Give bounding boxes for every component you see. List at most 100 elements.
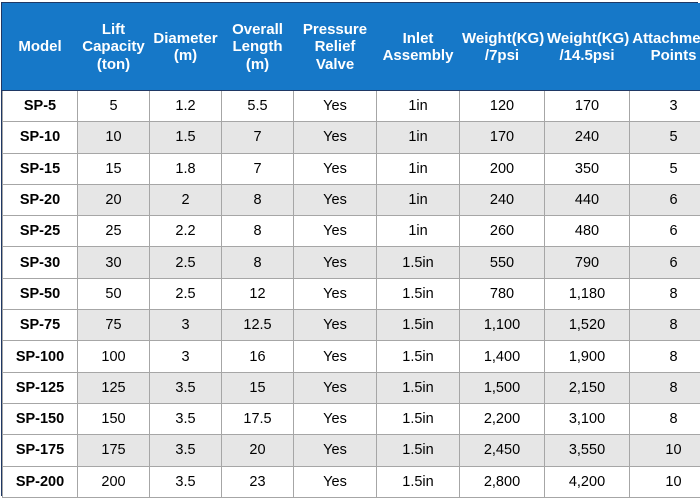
data-cell: 2.5 <box>149 277 222 311</box>
data-cell: 790 <box>544 246 630 279</box>
data-cell: 5 <box>629 152 700 185</box>
column-header-4: Pressure Relief Valve <box>293 3 377 91</box>
table-row: SP-30 30 2.5 8 Yes 1.5in 550 790 6 <box>2 246 700 279</box>
column-header-line: Valve <box>315 55 355 73</box>
data-cell: 170 <box>459 121 545 154</box>
data-cell: 2,450 <box>459 434 545 467</box>
data-cell: 1,520 <box>544 309 630 342</box>
data-cell: 175 <box>77 434 150 467</box>
table-row: SP-75 75 3 12.5 Yes 1.5in 1,100 1,520 8 <box>2 309 700 342</box>
data-cell: 1,900 <box>544 340 630 373</box>
data-cell: 6 <box>629 246 700 279</box>
column-header-line: Points <box>650 47 697 64</box>
product-spec-table: Model Lift Capacity (ton) Diameter (m) Overall… <box>2 3 700 498</box>
column-header-7: Weight(KG)/14.5psi <box>544 3 630 91</box>
table-row: SP-200 200 3.5 23 Yes 1.5in 2,800 4,200 10 <box>2 465 700 498</box>
data-cell: 7 <box>221 152 294 185</box>
data-cell: 25 <box>77 215 150 248</box>
data-cell: 10 <box>629 465 700 498</box>
data-cell: 8 <box>221 215 294 248</box>
data-cell: 30 <box>77 246 150 279</box>
data-cell: Yes <box>293 277 377 311</box>
data-cell: 1,180 <box>544 277 630 311</box>
data-cell: 8 <box>629 277 700 311</box>
column-header-line: Model <box>18 38 62 56</box>
data-cell: 12 <box>221 277 294 311</box>
data-cell: 20 <box>221 434 294 467</box>
data-cell: 7 <box>221 121 294 154</box>
column-header-line: /14.5psi <box>559 47 615 64</box>
column-header-6: Weight(KG)/7psi <box>459 3 545 91</box>
data-cell: 1.5 <box>149 121 222 154</box>
column-header-line: (m) <box>173 47 198 64</box>
data-cell: 3 <box>149 309 222 342</box>
model-cell: SP-10 <box>2 121 78 154</box>
data-cell: 8 <box>221 183 294 217</box>
data-cell: 5 <box>629 121 700 154</box>
data-cell: 1.5in <box>376 371 460 404</box>
data-cell: 100 <box>77 340 150 373</box>
data-cell: 1,500 <box>459 371 545 404</box>
header-row: Model Lift Capacity (ton) Diameter (m) Overall… <box>2 3 700 91</box>
model-cell: SP-50 <box>2 277 78 311</box>
data-cell: 15 <box>77 152 150 185</box>
data-cell: 5.5 <box>221 89 294 123</box>
data-cell: Yes <box>293 152 377 185</box>
data-cell: 10 <box>77 121 150 154</box>
data-cell: Yes <box>293 246 377 279</box>
spec-table-container: Model Lift Capacity (ton) Diameter (m) Overall… <box>1 2 700 498</box>
data-cell: 120 <box>459 89 545 123</box>
data-cell: 1.5in <box>376 340 460 373</box>
data-cell: 8 <box>629 340 700 373</box>
data-cell: 1.5in <box>376 465 460 498</box>
data-cell: 200 <box>459 152 545 185</box>
data-cell: 1in <box>376 152 460 185</box>
data-cell: 1in <box>376 89 460 123</box>
data-cell: Yes <box>293 402 377 436</box>
data-cell: Yes <box>293 434 377 467</box>
column-header-5: Inlet Assembly <box>376 3 460 91</box>
data-cell: 1in <box>376 183 460 217</box>
column-header-line: Assembly <box>382 47 454 64</box>
data-cell: Yes <box>293 371 377 404</box>
data-cell: 480 <box>544 215 630 248</box>
data-cell: Yes <box>293 215 377 248</box>
data-cell: 5 <box>77 89 150 123</box>
data-cell: 260 <box>459 215 545 248</box>
data-cell: 240 <box>544 121 630 154</box>
data-cell: 8 <box>221 246 294 279</box>
column-header-line: Inlet <box>402 29 434 47</box>
data-cell: 8 <box>629 371 700 404</box>
data-cell: 16 <box>221 340 294 373</box>
data-cell: 1,100 <box>459 309 545 342</box>
data-cell: 10 <box>629 434 700 467</box>
data-cell: 2 <box>149 183 222 217</box>
table-row: SP-15 15 1.8 7 Yes 1in 200 350 5 <box>2 152 700 185</box>
table-row: SP-10 10 1.5 7 Yes 1in 170 240 5 <box>2 121 700 154</box>
model-cell: SP-175 <box>2 434 78 467</box>
column-header-3: Overall Length (m) <box>221 3 294 91</box>
data-cell: 1in <box>376 215 460 248</box>
table-row: SP-5 5 1.2 5.5 Yes 1in 120 170 3 <box>2 89 700 123</box>
data-cell: 8 <box>629 309 700 342</box>
data-cell: 17.5 <box>221 402 294 436</box>
data-cell: 1.5in <box>376 434 460 467</box>
data-cell: 1.2 <box>149 89 222 123</box>
table-row: SP-150 150 3.5 17.5 Yes 1.5in 2,200 3,100 8 <box>2 402 700 436</box>
data-cell: 3,100 <box>544 402 630 436</box>
data-cell: 1,400 <box>459 340 545 373</box>
data-cell: 200 <box>77 465 150 498</box>
column-header-line: Weight(KG) <box>547 29 630 47</box>
data-cell: 1.5in <box>376 277 460 311</box>
model-cell: SP-150 <box>2 402 78 436</box>
data-cell: 1.8 <box>149 152 222 185</box>
data-cell: Yes <box>293 183 377 217</box>
column-header-line: Attachment <box>632 29 700 47</box>
data-cell: Yes <box>293 309 377 342</box>
table-row: SP-100 100 3 16 Yes 1.5in 1,400 1,900 8 <box>2 340 700 373</box>
data-cell: 3.5 <box>149 371 222 404</box>
table-row: SP-125 125 3.5 15 Yes 1.5in 1,500 2,150 8 <box>2 371 700 404</box>
column-header-line: (m) <box>245 55 270 73</box>
column-header-line: Diameter <box>153 29 218 47</box>
data-cell: Yes <box>293 465 377 498</box>
